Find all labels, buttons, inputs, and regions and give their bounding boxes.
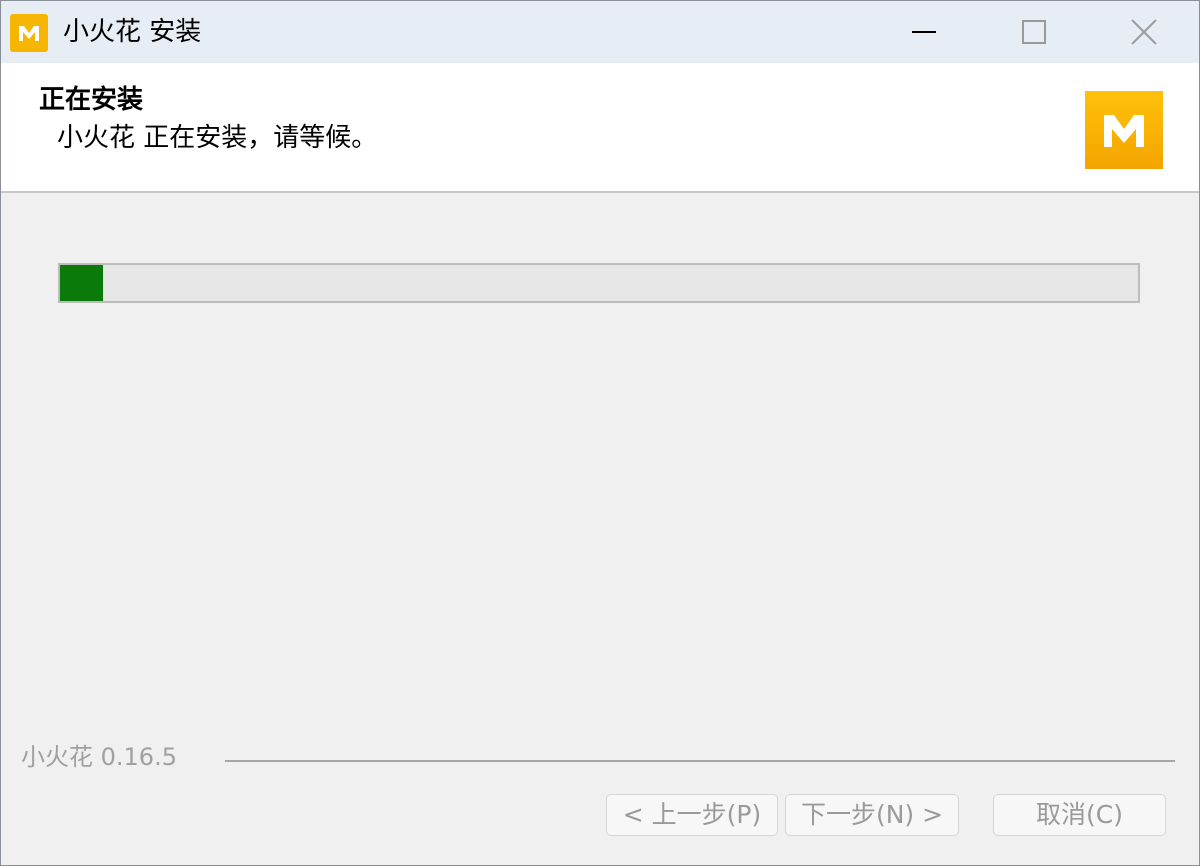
install-progress-bar: [58, 263, 1140, 303]
installer-header: 正在安装 小火花 正在安装，请等候。: [1, 63, 1199, 193]
maximize-button[interactable]: [979, 1, 1089, 63]
back-button[interactable]: < 上一步(P): [606, 794, 778, 836]
cancel-button[interactable]: 取消(C): [993, 794, 1166, 836]
title-bar[interactable]: 小火花 安装: [1, 1, 1199, 63]
installer-brand-text: 小火花 0.16.5: [21, 743, 177, 771]
close-button[interactable]: [1089, 1, 1199, 63]
app-logo-icon: [10, 14, 48, 52]
installer-window: 小火花 安装 正在安装 小火花 正在安装，请等候。 小火花 0.16.5 < 上…: [0, 0, 1200, 866]
footer-divider: [225, 760, 1175, 762]
page-title: 正在安装: [39, 85, 144, 115]
window-title: 小火花 安装: [63, 17, 202, 47]
app-logo-icon: [1085, 91, 1163, 169]
next-button[interactable]: 下一步(N) >: [785, 794, 959, 836]
minimize-button[interactable]: [869, 1, 979, 63]
minimize-icon: [912, 31, 936, 33]
progress-fill: [60, 265, 104, 301]
page-subtitle: 小火花 正在安装，请等候。: [57, 123, 378, 153]
close-icon: [1131, 19, 1157, 45]
maximize-icon: [1022, 20, 1046, 44]
